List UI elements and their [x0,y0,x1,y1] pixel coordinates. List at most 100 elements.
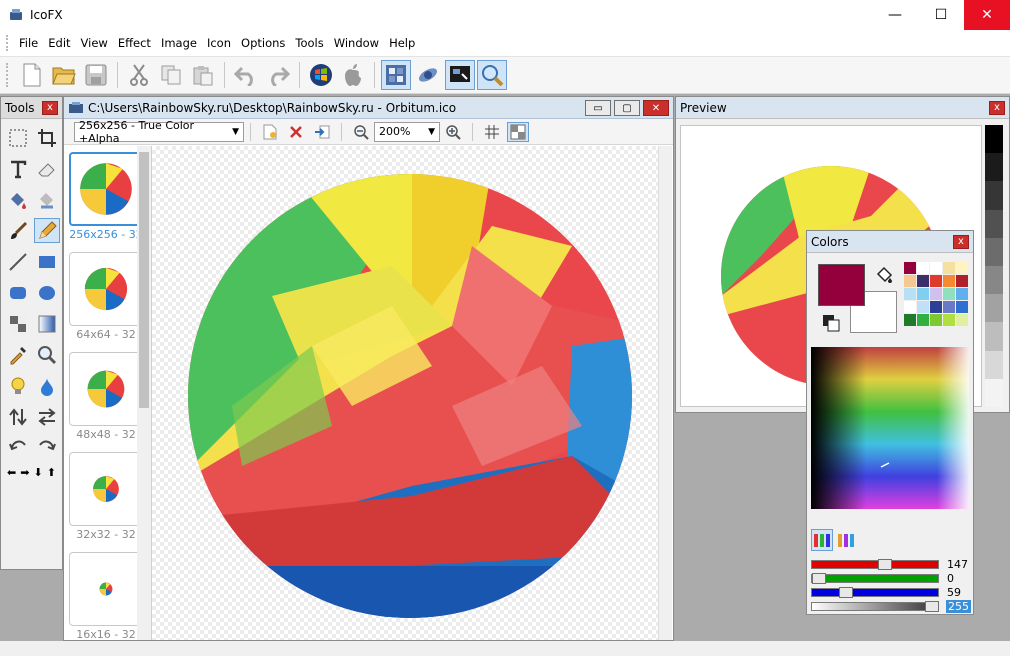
palette-swatch[interactable] [943,301,955,313]
pattern-tool[interactable] [5,311,31,336]
reset-colors-icon[interactable] [821,313,841,333]
palette-swatch[interactable] [930,262,942,274]
rectangle-tool[interactable] [34,249,60,274]
thumbnail-64[interactable] [69,252,143,326]
palette-swatch[interactable] [904,288,916,300]
blue-slider-thumb[interactable] [839,586,853,598]
palette-swatch[interactable] [917,314,929,326]
dodge-tool[interactable] [5,373,31,398]
document-close-button[interactable]: ✕ [643,100,669,116]
palette-swatch[interactable] [956,314,968,326]
zoom-tool[interactable] [34,342,60,367]
menu-tools[interactable]: Tools [290,30,328,57]
gradient-tool[interactable] [34,311,60,336]
menu-image[interactable]: Image [156,30,202,57]
palette-swatch[interactable] [943,262,955,274]
menu-view[interactable]: View [76,30,113,57]
alpha-slider-thumb[interactable] [925,600,939,612]
fill-tool[interactable] [5,187,31,212]
undo-button[interactable] [231,60,261,90]
screen-capture-button[interactable] [445,60,475,90]
thumbnail-scrollbar[interactable] [137,146,151,640]
pencil-tool[interactable] [34,218,60,243]
palette-swatch[interactable] [917,275,929,287]
palette-swatch[interactable] [904,314,916,326]
delete-format-button[interactable] [285,122,307,142]
tools-close-button[interactable]: x [42,100,58,115]
rotate-right-tool[interactable] [34,435,60,460]
blur-tool[interactable] [34,373,60,398]
copy-button[interactable] [156,60,186,90]
palette-swatch[interactable] [956,288,968,300]
paste-button[interactable] [188,60,218,90]
editing-canvas[interactable] [152,146,672,640]
palette-swatch[interactable] [930,275,942,287]
palette-swatch[interactable] [930,301,942,313]
zoom-button[interactable] [477,60,507,90]
line-tool[interactable] [5,249,31,274]
toolbar-grip[interactable] [6,63,10,87]
ellipse-tool[interactable] [34,280,60,305]
palette-swatch[interactable] [930,314,942,326]
redo-button[interactable] [263,60,293,90]
palette-swatch[interactable] [904,275,916,287]
hsv-mode-button[interactable] [835,529,857,551]
rotate-left-tool[interactable] [5,435,31,460]
green-slider[interactable] [811,572,939,584]
rounded-rectangle-tool[interactable] [5,280,31,305]
rgb-mode-button[interactable] [811,529,833,551]
document-minimize-button[interactable]: ▭ [585,100,611,116]
marquee-select-tool[interactable] [5,125,31,150]
crop-tool[interactable] [34,125,60,150]
palette-swatch[interactable] [930,288,942,300]
blue-value[interactable]: 59 [947,586,961,599]
menu-help[interactable]: Help [384,30,420,57]
arrow-up-icon[interactable]: ⬆ [47,466,56,479]
menu-window[interactable]: Window [329,30,384,57]
zoom-select[interactable]: 200% ▼ [374,121,440,142]
thumbnail-32[interactable] [69,452,143,526]
thumbnail-48[interactable] [69,352,143,426]
menu-file[interactable]: File [14,30,43,57]
cut-button[interactable] [124,60,154,90]
canvas-scrollbar[interactable] [658,146,672,640]
flip-vertical-tool[interactable] [5,404,31,429]
apple-icon-button[interactable] [338,60,368,90]
new-file-button[interactable] [17,60,47,90]
preview-close-button[interactable]: x [989,100,1005,115]
foreground-color-swatch[interactable] [818,264,865,306]
green-slider-thumb[interactable] [812,572,826,584]
text-tool[interactable] [5,156,31,181]
red-value[interactable]: 147 [947,558,968,571]
menu-icon[interactable]: Icon [202,30,236,57]
menu-grip[interactable] [6,35,10,51]
palette-swatch[interactable] [904,301,916,313]
palette-swatch[interactable] [956,262,968,274]
zoom-in-button[interactable] [442,122,464,142]
palette-swatch[interactable] [943,288,955,300]
eraser-tool[interactable] [34,156,60,181]
palette-swatch[interactable] [943,275,955,287]
red-slider-thumb[interactable] [878,558,892,570]
toggle-background-button[interactable] [507,121,529,142]
close-button[interactable]: ✕ [964,0,1010,30]
colors-close-button[interactable]: x [953,234,969,249]
zoom-out-button[interactable] [350,122,372,142]
blue-slider[interactable] [811,586,939,598]
brush-tool[interactable] [5,218,31,243]
palette-swatch[interactable] [956,301,968,313]
color-spectrum[interactable] [811,347,969,509]
thumbnail-256[interactable] [69,152,143,226]
green-value[interactable]: 0 [947,572,954,585]
red-slider[interactable] [811,558,939,570]
toggle-grid-button[interactable] [481,122,503,142]
new-format-button[interactable] [259,122,281,142]
alpha-value[interactable]: 255 [946,599,971,613]
open-button[interactable] [49,60,79,90]
color-picker-tool[interactable] [5,342,31,367]
scrollbar-thumb[interactable] [139,152,149,408]
palette-swatch[interactable] [917,288,929,300]
palette-swatch[interactable] [917,301,929,313]
menu-options[interactable]: Options [236,30,290,57]
gradient-fill-tool[interactable] [34,187,60,212]
